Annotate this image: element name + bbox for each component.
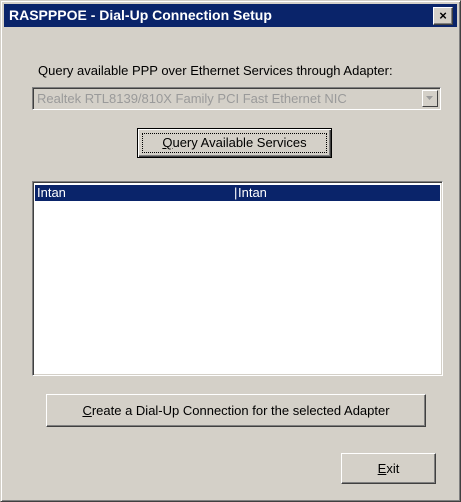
dialog-window: RASPPPOE - Dial-Up Connection Setup × Qu… [0, 0, 461, 502]
exit-button[interactable]: Exit [341, 453, 436, 484]
exit-label: Exit [377, 461, 400, 476]
create-connection-label: Create a Dial-Up Connection for the sele… [82, 403, 390, 418]
adapter-dropdown[interactable]: Realtek RTL8139/810X Family PCI Fast Eth… [32, 87, 441, 110]
adapter-selected-value: Realtek RTL8139/810X Family PCI Fast Eth… [37, 91, 347, 106]
query-services-label: Query Available Services [162, 135, 307, 150]
dropdown-arrow-button[interactable] [422, 90, 438, 107]
close-button[interactable]: × [433, 7, 453, 25]
adapter-label: Query available PPP over Ethernet Servic… [38, 63, 393, 78]
title-bar[interactable]: RASPPPOE - Dial-Up Connection Setup × [4, 4, 457, 27]
chevron-down-icon [426, 96, 433, 100]
column-separator: | [234, 185, 238, 200]
services-list[interactable]: Intan | Intan [32, 181, 443, 376]
service-name: Intan [37, 185, 66, 200]
close-icon: × [439, 8, 447, 23]
access-concentrator: Intan [238, 185, 267, 200]
list-item[interactable]: Intan | Intan [35, 185, 440, 201]
create-connection-button[interactable]: Create a Dial-Up Connection for the sele… [46, 394, 426, 427]
query-services-button[interactable]: Query Available Services [137, 128, 332, 158]
window-title: RASPPPOE - Dial-Up Connection Setup [9, 7, 272, 23]
